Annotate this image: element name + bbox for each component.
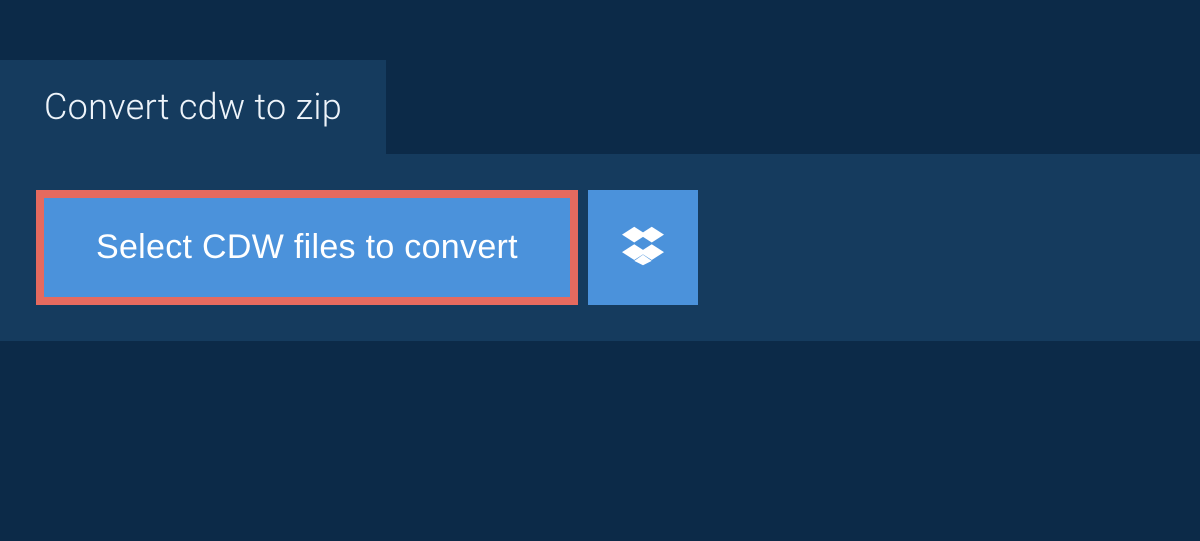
dropbox-button[interactable] (588, 190, 698, 305)
tab-convert[interactable]: Convert cdw to zip (0, 60, 386, 154)
select-files-button[interactable]: Select CDW files to convert (36, 190, 578, 305)
button-row: Select CDW files to convert (36, 190, 1164, 305)
select-files-label: Select CDW files to convert (96, 228, 518, 266)
below-spacer (0, 341, 1200, 541)
convert-panel: Select CDW files to convert (0, 154, 1200, 341)
dropbox-icon (622, 226, 664, 269)
tab-label: Convert cdw to zip (44, 86, 342, 128)
